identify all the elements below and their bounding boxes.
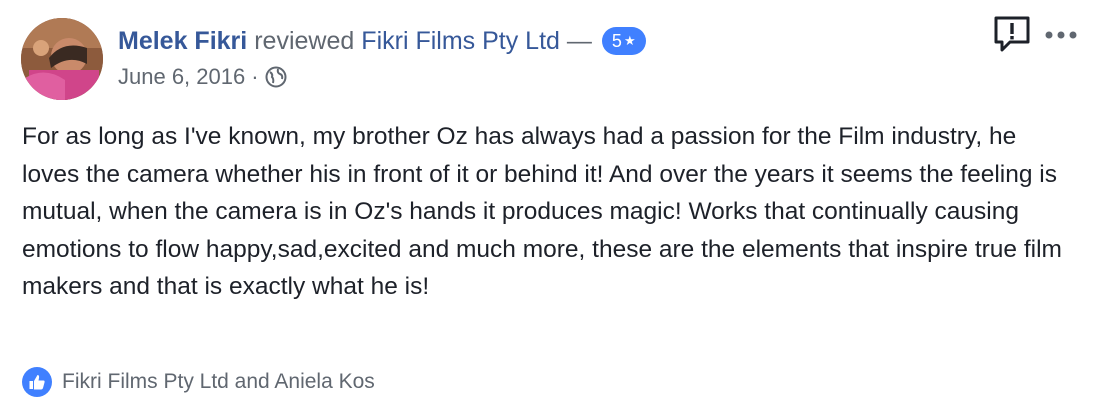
author-name[interactable]: Melek Fikri xyxy=(118,24,247,58)
header-dash: — xyxy=(566,27,592,55)
globe-icon[interactable] xyxy=(265,66,287,88)
reviewed-label: reviewed xyxy=(254,27,355,55)
meta-separator: · xyxy=(251,64,259,89)
likes-text[interactable]: Fikri Films Pty Ltd and Aniela Kos xyxy=(62,370,375,394)
avatar[interactable] xyxy=(21,18,103,100)
rating-badge: 5 ★ xyxy=(601,27,646,55)
like-icon[interactable] xyxy=(22,367,52,397)
report-icon[interactable] xyxy=(992,14,1032,54)
review-body: For as long as I've known, my brother Oz… xyxy=(22,123,1062,301)
more-icon[interactable] xyxy=(1044,28,1078,40)
rating-value: 5 xyxy=(611,31,622,51)
review-date[interactable]: June 6, 2016 xyxy=(118,64,245,90)
review-meta: June 6, 2016 · xyxy=(118,62,287,92)
review-header: Melek Fikri reviewed Fikri Films Pty Ltd… xyxy=(118,24,646,58)
star-icon: ★ xyxy=(623,33,636,48)
likes-summary: Fikri Films Pty Ltd and Aniela Kos xyxy=(22,366,375,398)
page-name-link[interactable]: Fikri Films Pty Ltd xyxy=(361,24,560,58)
